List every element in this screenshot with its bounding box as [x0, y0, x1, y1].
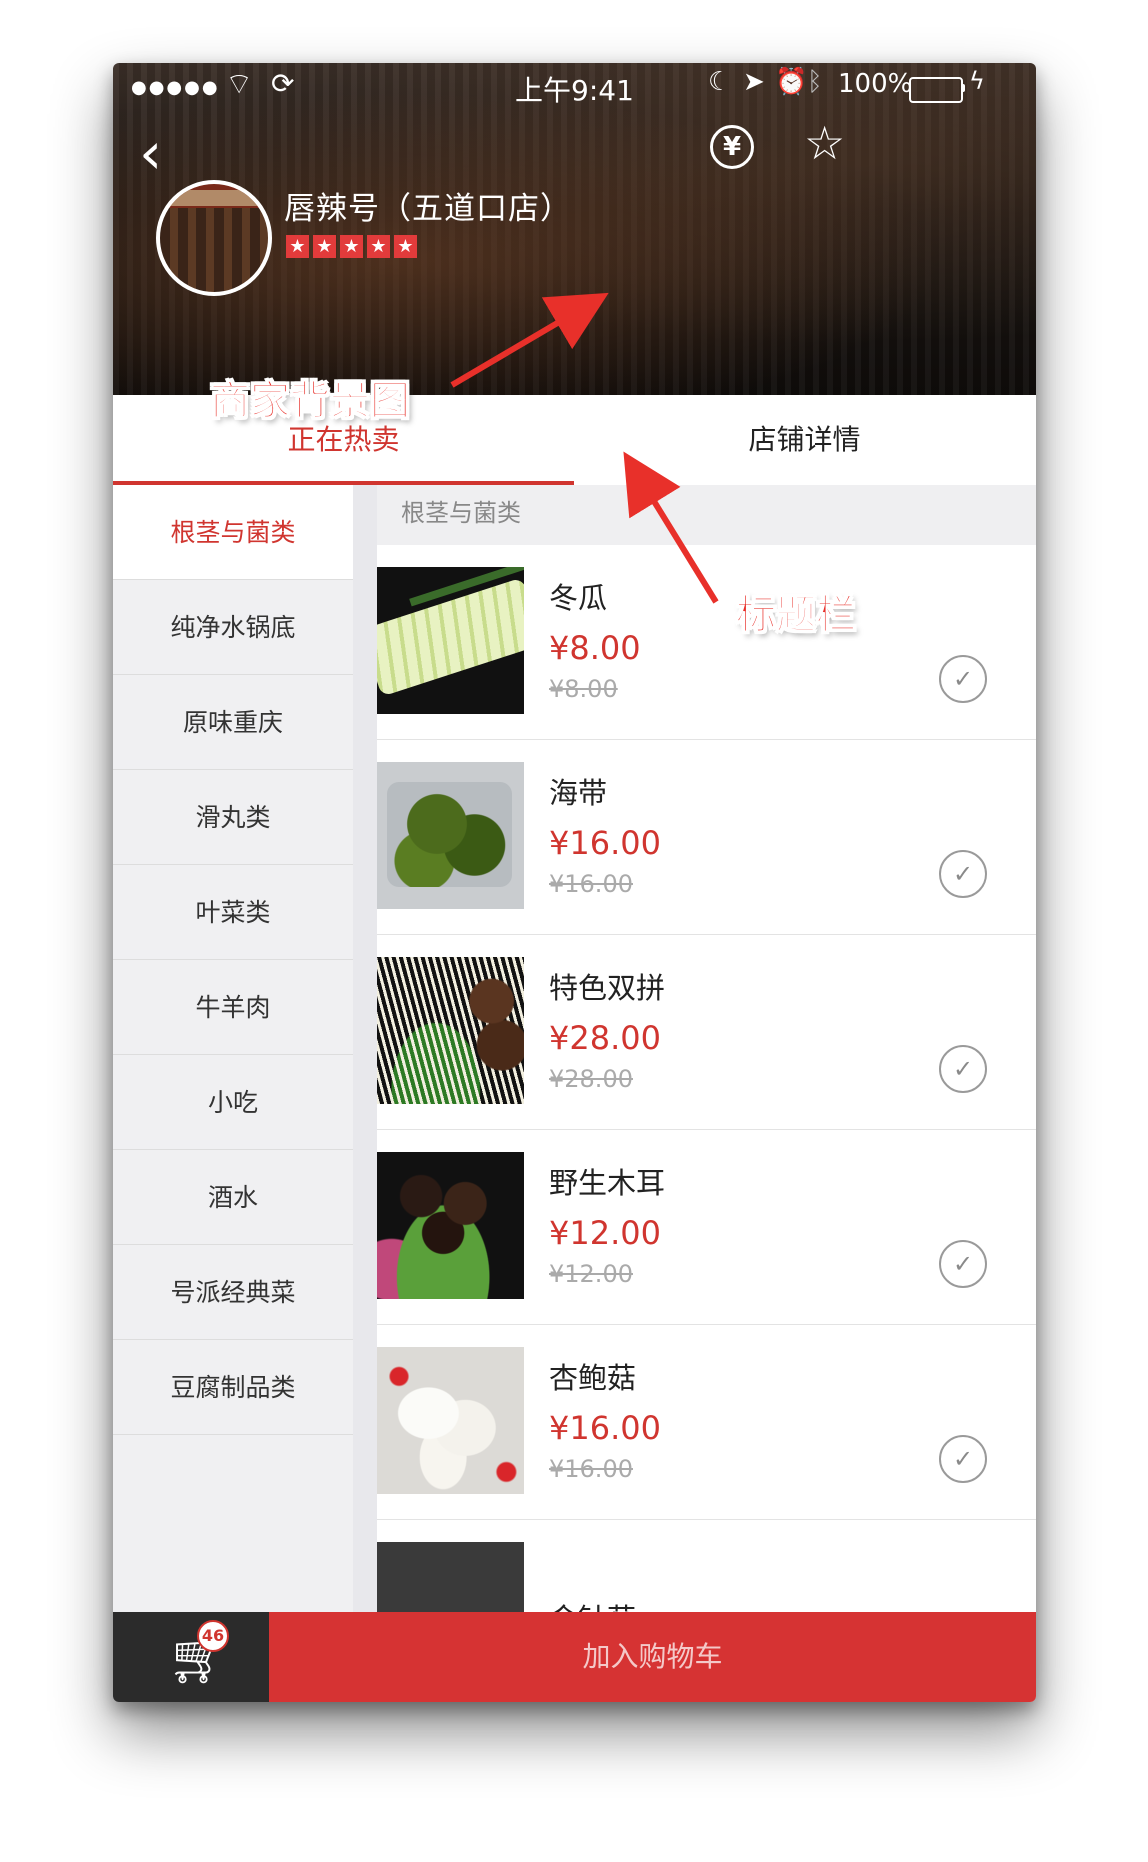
sidebar-item-drinks[interactable]: 酒水	[113, 1150, 353, 1245]
back-icon[interactable]: ‹	[139, 123, 187, 183]
sidebar-item-snacks[interactable]: 小吃	[113, 1055, 353, 1150]
image-detail	[377, 1347, 524, 1494]
product-image	[377, 957, 524, 1104]
shop-avatar	[156, 180, 272, 296]
rating-star-icon: ★	[367, 235, 390, 258]
product-price: ¥28.00	[549, 1019, 661, 1057]
cart-button[interactable]: 🛒︎ 46	[113, 1612, 269, 1702]
shop-rating: ★ ★ ★ ★ ★	[286, 235, 417, 258]
product-price: ¥16.00	[549, 824, 661, 862]
sidebar-item-chongqing[interactable]: 原味重庆	[113, 675, 353, 770]
rating-star-icon: ★	[286, 235, 309, 258]
product-name: 海带	[549, 776, 608, 810]
category-sidebar: 根茎与菌类 纯净水锅底 原味重庆 滑丸类 叶菜类 牛羊肉 小吃 酒水 号派经典菜…	[113, 485, 353, 1612]
product-image	[377, 567, 524, 714]
product-name: 金针菇	[549, 1596, 636, 1612]
product-image	[377, 1347, 524, 1494]
cart-count-badge: 46	[197, 1620, 229, 1652]
payment-icon[interactable]: ¥	[710, 125, 754, 169]
product-image	[377, 1542, 524, 1612]
image-detail	[377, 957, 524, 1104]
shop-header: ●●●●● ⌔ ⟳ 上午9:41 ☾ ➤ ⏰ ᛒ 100% ϟ ‹ ¥ ☆ 唇辣…	[113, 63, 1036, 395]
location-icon: ➤	[743, 67, 765, 97]
shop-name: 唇辣号（五道口店）	[284, 191, 572, 227]
annotation-title-bar-label: 标题栏	[736, 592, 857, 639]
alarm-icon: ⏰	[775, 67, 808, 97]
section-header: 根茎与菌类	[377, 485, 1036, 545]
annotation-background-label: 商家背景图	[210, 378, 411, 425]
product-name: 野生木耳	[549, 1166, 666, 1200]
rating-star-icon: ★	[394, 235, 417, 258]
image-detail	[377, 577, 524, 697]
product-item[interactable]: 冬瓜 ¥8.00 ¥8.00 ✓	[377, 545, 1036, 740]
product-original-price: ¥12.00	[549, 1260, 633, 1288]
product-image	[377, 762, 524, 909]
battery-percent: 100%	[838, 69, 913, 99]
select-check-icon[interactable]: ✓	[939, 1240, 987, 1288]
rating-star-icon: ★	[313, 235, 336, 258]
sidebar-item-tofu[interactable]: 豆腐制品类	[113, 1340, 353, 1435]
product-original-price: ¥16.00	[549, 1455, 633, 1483]
phone-screen: ●●●●● ⌔ ⟳ 上午9:41 ☾ ➤ ⏰ ᛒ 100% ϟ ‹ ¥ ☆ 唇辣…	[113, 63, 1036, 1702]
product-original-price: ¥8.00	[549, 675, 618, 703]
battery-icon	[909, 77, 963, 103]
sidebar-item-water-broth[interactable]: 纯净水锅底	[113, 580, 353, 675]
product-image	[377, 1152, 524, 1299]
product-price: ¥8.00	[549, 629, 641, 667]
select-check-icon[interactable]: ✓	[939, 850, 987, 898]
image-detail	[377, 1152, 524, 1299]
status-bar: ●●●●● ⌔ ⟳ 上午9:41 ☾ ➤ ⏰ ᛒ 100% ϟ	[113, 63, 1036, 107]
sidebar-item-roots-fungi[interactable]: 根茎与菌类	[113, 485, 353, 580]
sidebar-item-leafy-greens[interactable]: 叶菜类	[113, 865, 353, 960]
sidebar-item-balls[interactable]: 滑丸类	[113, 770, 353, 865]
product-original-price: ¥16.00	[549, 870, 633, 898]
product-name: 特色双拼	[549, 971, 666, 1005]
product-original-price: ¥28.00	[549, 1065, 633, 1093]
product-item[interactable]: 特色双拼 ¥28.00 ¥28.00 ✓	[377, 935, 1036, 1130]
avatar-signboard	[170, 190, 258, 206]
tab-shop-details[interactable]: 店铺详情	[574, 395, 1035, 485]
product-item[interactable]: 野生木耳 ¥12.00 ¥12.00 ✓	[377, 1130, 1036, 1325]
select-check-icon[interactable]: ✓	[939, 1045, 987, 1093]
sidebar-divider	[353, 485, 377, 1612]
do-not-disturb-icon: ☾	[708, 67, 732, 97]
select-check-icon[interactable]: ✓	[939, 655, 987, 703]
sidebar-item-beef-lamb[interactable]: 牛羊肉	[113, 960, 353, 1055]
image-detail	[387, 782, 512, 887]
select-check-icon[interactable]: ✓	[939, 1435, 987, 1483]
product-item-partial[interactable]: 金针菇	[377, 1520, 1036, 1612]
charging-icon: ϟ	[969, 67, 985, 95]
battery-tip	[962, 84, 965, 92]
bluetooth-icon: ᛒ	[807, 67, 823, 97]
product-item[interactable]: 海带 ¥16.00 ¥16.00 ✓	[377, 740, 1036, 935]
product-name: 杏鲍菇	[549, 1361, 637, 1395]
product-price: ¥12.00	[549, 1214, 661, 1252]
rating-star-icon: ★	[340, 235, 363, 258]
product-name: 冬瓜	[549, 581, 608, 615]
product-item[interactable]: 杏鲍菇 ¥16.00 ¥16.00 ✓	[377, 1325, 1036, 1520]
product-price: ¥16.00	[549, 1409, 661, 1447]
screenshot-stage: ●●●●● ⌔ ⟳ 上午9:41 ☾ ➤ ⏰ ᛒ 100% ϟ ‹ ¥ ☆ 唇辣…	[0, 0, 1148, 1862]
favorite-star-icon[interactable]: ☆	[804, 119, 852, 167]
add-to-cart-button[interactable]: 加入购物车	[269, 1612, 1036, 1702]
sidebar-item-classic-dishes[interactable]: 号派经典菜	[113, 1245, 353, 1340]
